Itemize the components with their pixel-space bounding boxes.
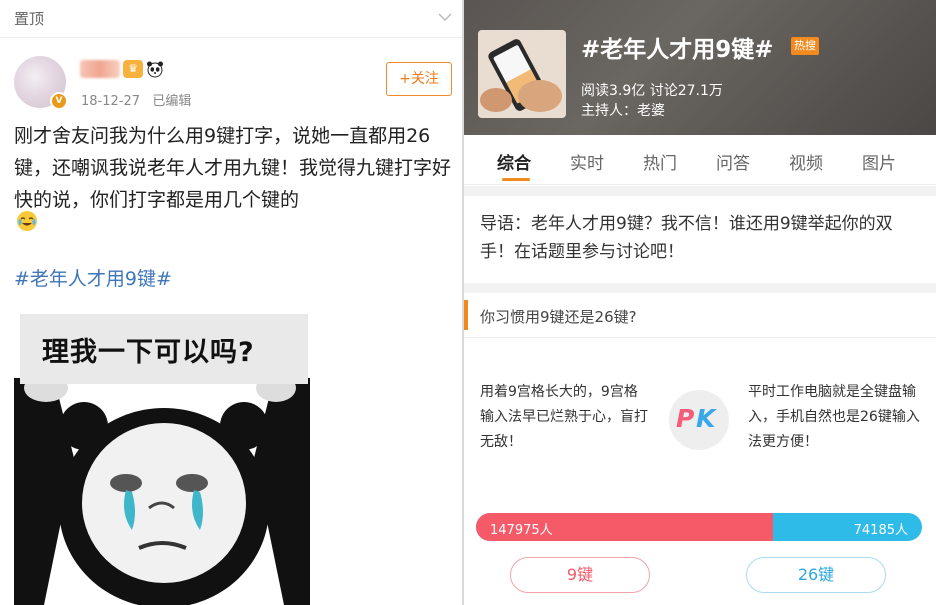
- vote-right-count: 74185人: [853, 523, 908, 538]
- meme-image[interactable]: 理我一下可以吗?: [14, 308, 310, 605]
- weibo-post-panel: 置顶 V ♛ 18-12-27 已编辑 +关注 刚才舍友问我为什么用9键打字，说…: [0, 0, 462, 605]
- divider: [464, 337, 936, 338]
- vote-question: 你习惯用9键还是26键?: [480, 308, 637, 326]
- chevron-down-icon[interactable]: [437, 9, 453, 25]
- topic-thumbnail[interactable]: [478, 30, 566, 118]
- post-hashtag-link[interactable]: #老年人才用9键#: [14, 264, 172, 291]
- vote-result-bar: 147975人 74185人: [476, 513, 922, 541]
- vote-26-key-button[interactable]: 26键: [746, 557, 886, 593]
- username-blurred[interactable]: [80, 60, 120, 78]
- laugh-cry-emoji-icon: [17, 211, 37, 231]
- pinned-label: 置顶: [14, 10, 45, 28]
- vip-crown-icon: ♛: [123, 60, 143, 78]
- post-timestamp: 18-12-27: [81, 94, 141, 109]
- vote-side-b-text: 平时工作电脑就是全键盘输入，手机自然也是26键输入法更方便！: [748, 384, 920, 450]
- topic-panel: #老年人才用9键# 热搜 阅读3.9亿 讨论27.1万 主持人：老婆 综合 实时…: [464, 0, 936, 605]
- meme-caption: 理我一下可以吗?: [42, 337, 255, 368]
- vote-left-count: 147975人: [490, 523, 553, 538]
- hot-badge: 热搜: [791, 37, 819, 55]
- pk-letter-k: K: [696, 404, 716, 433]
- section-gap: [464, 186, 936, 196]
- topic-tabs: 综合 实时 热门 问答 视频 图片: [464, 135, 936, 185]
- tab-comprehensive[interactable]: 综合: [497, 149, 531, 174]
- vote-accent-bar: [464, 300, 468, 330]
- phone-in-hand-image: [478, 30, 566, 118]
- verified-badge-icon: V: [50, 92, 68, 110]
- topic-stats: 阅读3.9亿 讨论27.1万: [581, 83, 723, 99]
- tab-hot[interactable]: 热门: [643, 149, 677, 174]
- post-body-text: 刚才舍友问我为什么用9键打字，说她一直都用26键，还嘲讽我说老年人才用九键！我觉…: [14, 125, 452, 211]
- topic-intro: 导语：老年人才用9键？我不信！谁还用9键举起你的双手！在话题里参与讨论吧！: [480, 214, 893, 262]
- section-gap: [464, 283, 936, 293]
- topic-title: #老年人才用9键#: [581, 37, 774, 63]
- panda-icon: [147, 61, 163, 78]
- vote-side-a-text: 用着9宫格长大的，9宫格输入法早已烂熟于心，盲打无敌！: [480, 384, 648, 450]
- post-meta: 18-12-27 已编辑: [81, 90, 191, 109]
- pk-letter-p: P: [676, 404, 695, 433]
- edited-label: 已编辑: [152, 94, 192, 109]
- vote-9-key-button[interactable]: 9键: [510, 557, 650, 593]
- pinned-bar: 置顶: [0, 0, 462, 38]
- avatar[interactable]: V: [14, 56, 68, 110]
- tab-pictures[interactable]: 图片: [862, 149, 896, 174]
- topic-host: 主持人：老婆: [581, 103, 665, 119]
- active-tab-indicator: [502, 178, 530, 181]
- follow-button[interactable]: +关注: [386, 62, 452, 96]
- tab-realtime[interactable]: 实时: [570, 149, 604, 174]
- tab-qa[interactable]: 问答: [716, 149, 750, 174]
- tab-video[interactable]: 视频: [789, 149, 823, 174]
- topic-header: #老年人才用9键# 热搜 阅读3.9亿 讨论27.1万 主持人：老婆: [464, 0, 936, 135]
